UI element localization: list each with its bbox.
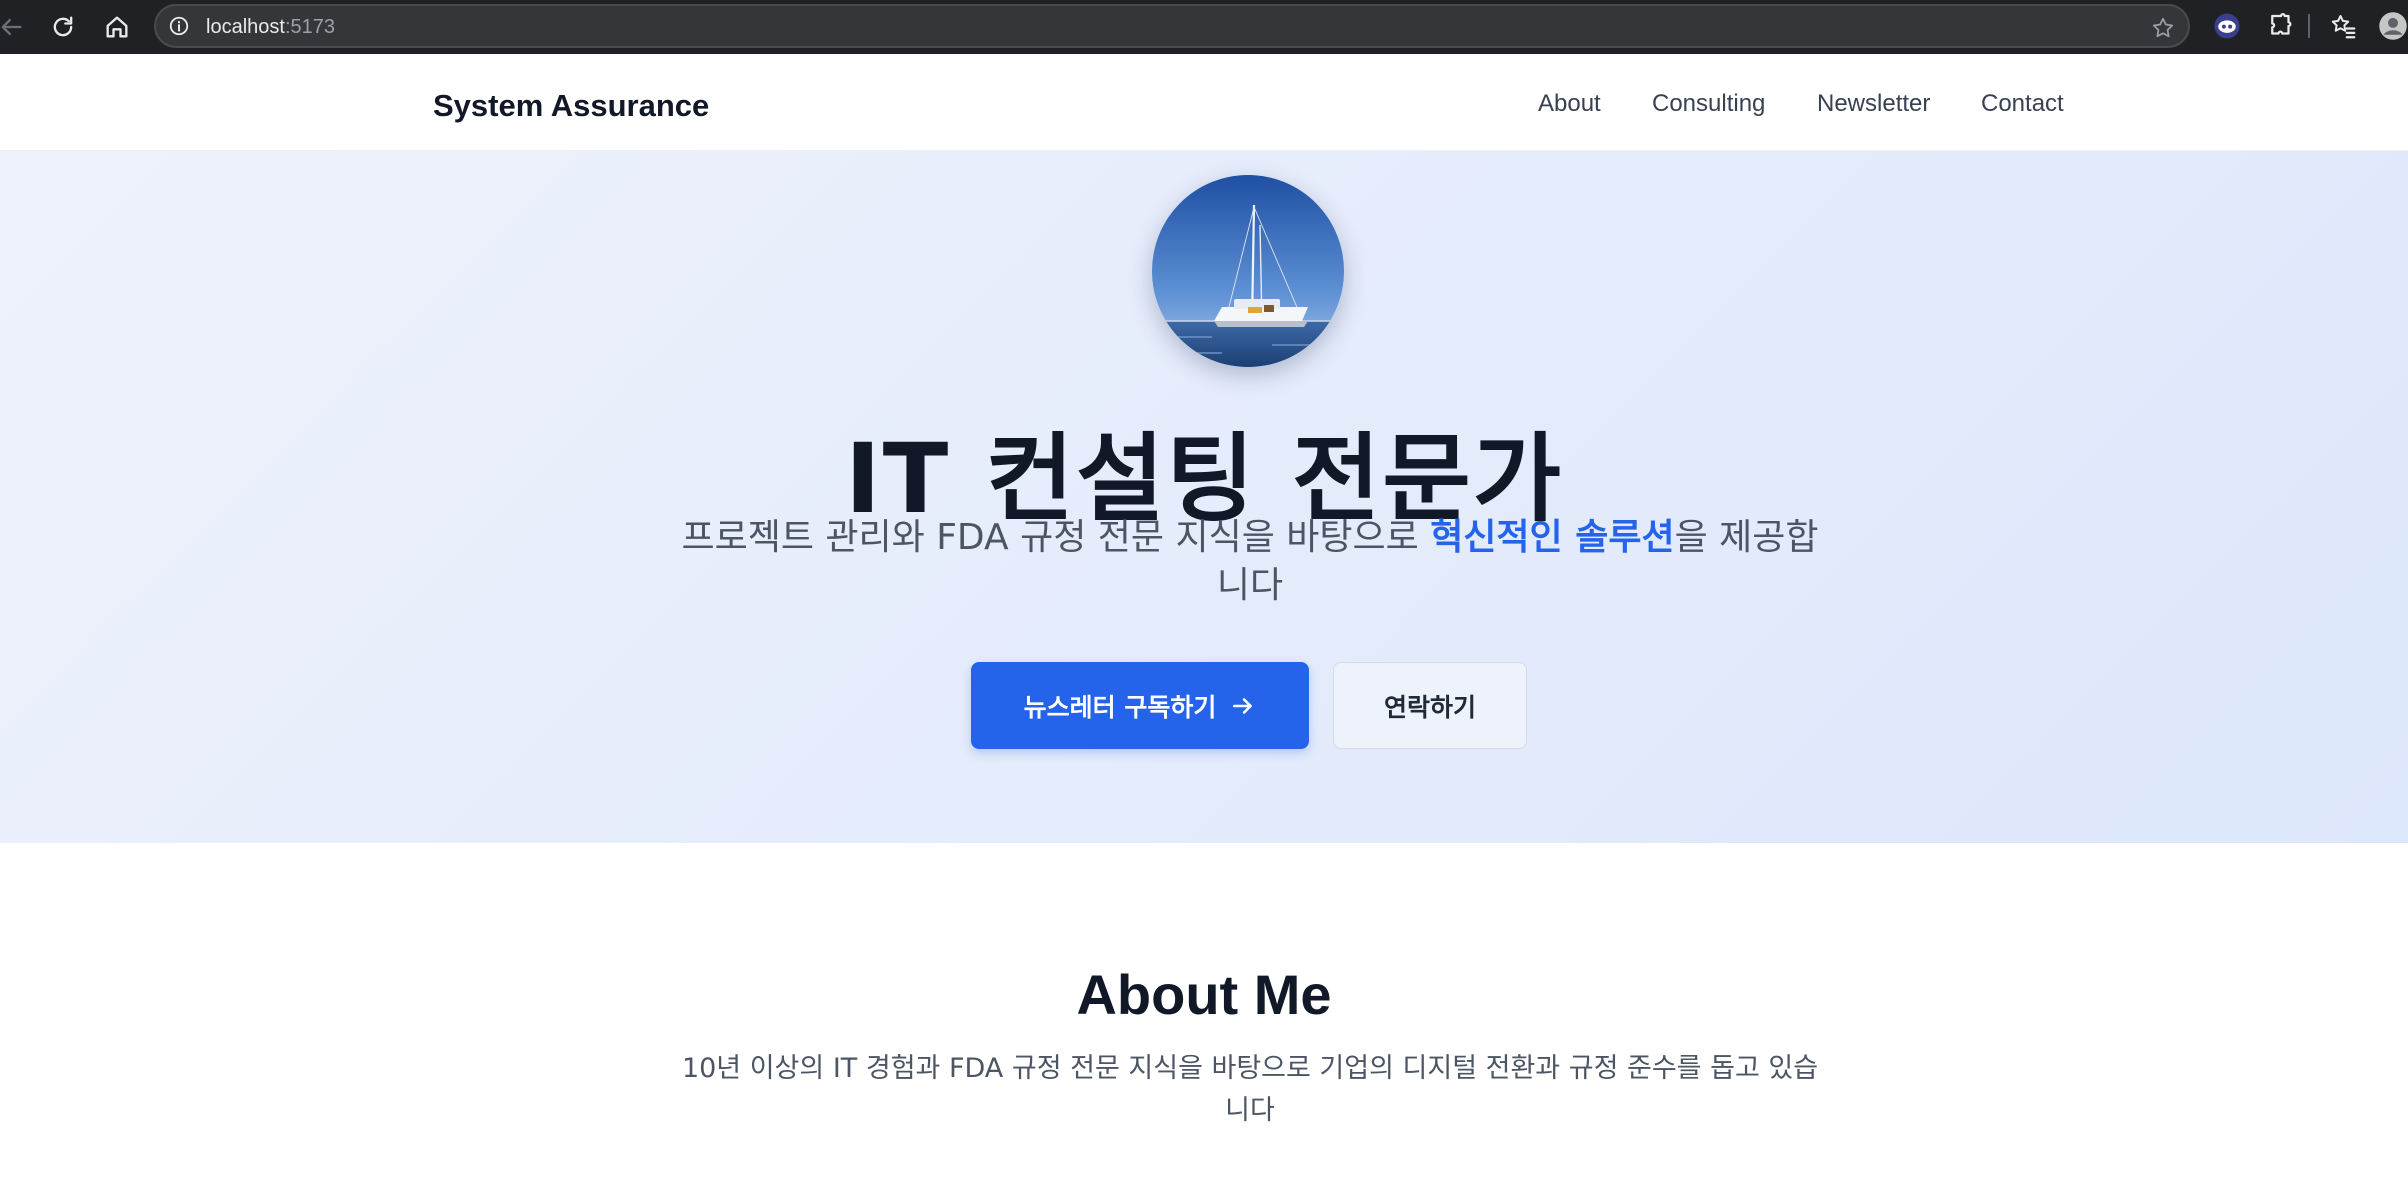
hero-section: IT 컨설팅 전문가 프로젝트 관리와 FDA 규정 전문 지식을 바탕으로 혁… bbox=[0, 151, 2408, 843]
hero-subtitle-highlight: 혁신적인 솔루션 bbox=[1430, 517, 1675, 558]
profile-icon[interactable] bbox=[2378, 11, 2408, 41]
extension-avatar-icon[interactable] bbox=[2212, 11, 2242, 41]
arrow-right-icon bbox=[1233, 697, 1253, 714]
browser-toolbar: localhost:5173 bbox=[0, 0, 2408, 54]
brand-logo[interactable]: System Assurance bbox=[433, 88, 709, 124]
hero-subtitle: 프로젝트 관리와 FDA 규정 전문 지식을 바탕으로 혁신적인 솔루션을 제공… bbox=[680, 514, 1820, 610]
contact-button-label: 연락하기 bbox=[1383, 692, 1476, 722]
bookmarks-icon[interactable] bbox=[2328, 11, 2358, 41]
about-description: 10년 이상의 IT 경험과 FDA 규정 전문 지식을 바탕으로 기업의 디지… bbox=[681, 1053, 1819, 1126]
puzzle-icon[interactable] bbox=[2266, 11, 2296, 41]
back-button[interactable] bbox=[0, 8, 30, 46]
nav-newsletter[interactable]: Newsletter bbox=[1817, 90, 1930, 118]
site-header: System Assurance About Consulting Newsle… bbox=[0, 54, 2408, 151]
contact-button[interactable]: 연락하기 bbox=[1333, 662, 1527, 749]
home-button[interactable] bbox=[98, 8, 136, 46]
reload-icon bbox=[53, 16, 73, 37]
back-icon bbox=[1, 18, 22, 36]
nav-about[interactable]: About bbox=[1538, 90, 1601, 118]
url-port: :5173 bbox=[284, 16, 335, 38]
nav-consulting[interactable]: Consulting bbox=[1652, 90, 1765, 118]
star-icon[interactable] bbox=[2150, 15, 2176, 41]
sailboat-image bbox=[1152, 175, 1344, 367]
subscribe-newsletter-button[interactable]: 뉴스레터 구독하기 bbox=[971, 662, 1309, 749]
hero-subtitle-part1: 프로젝트 관리와 FDA 규정 전문 지식을 바탕으로 bbox=[681, 517, 1431, 558]
profile-photo bbox=[1152, 175, 1344, 367]
info-icon[interactable] bbox=[168, 15, 190, 37]
url-host: localhost bbox=[206, 16, 285, 38]
address-bar[interactable]: localhost:5173 bbox=[154, 4, 2190, 48]
toolbar-divider bbox=[2308, 14, 2310, 38]
reload-button[interactable] bbox=[44, 8, 82, 46]
about-title: About Me bbox=[1076, 963, 1332, 1026]
nav-contact[interactable]: Contact bbox=[1981, 90, 2064, 118]
url-text[interactable]: localhost:5173 bbox=[206, 16, 335, 39]
subscribe-button-label: 뉴스레터 구독하기 bbox=[1023, 692, 1217, 722]
home-icon bbox=[106, 16, 128, 38]
